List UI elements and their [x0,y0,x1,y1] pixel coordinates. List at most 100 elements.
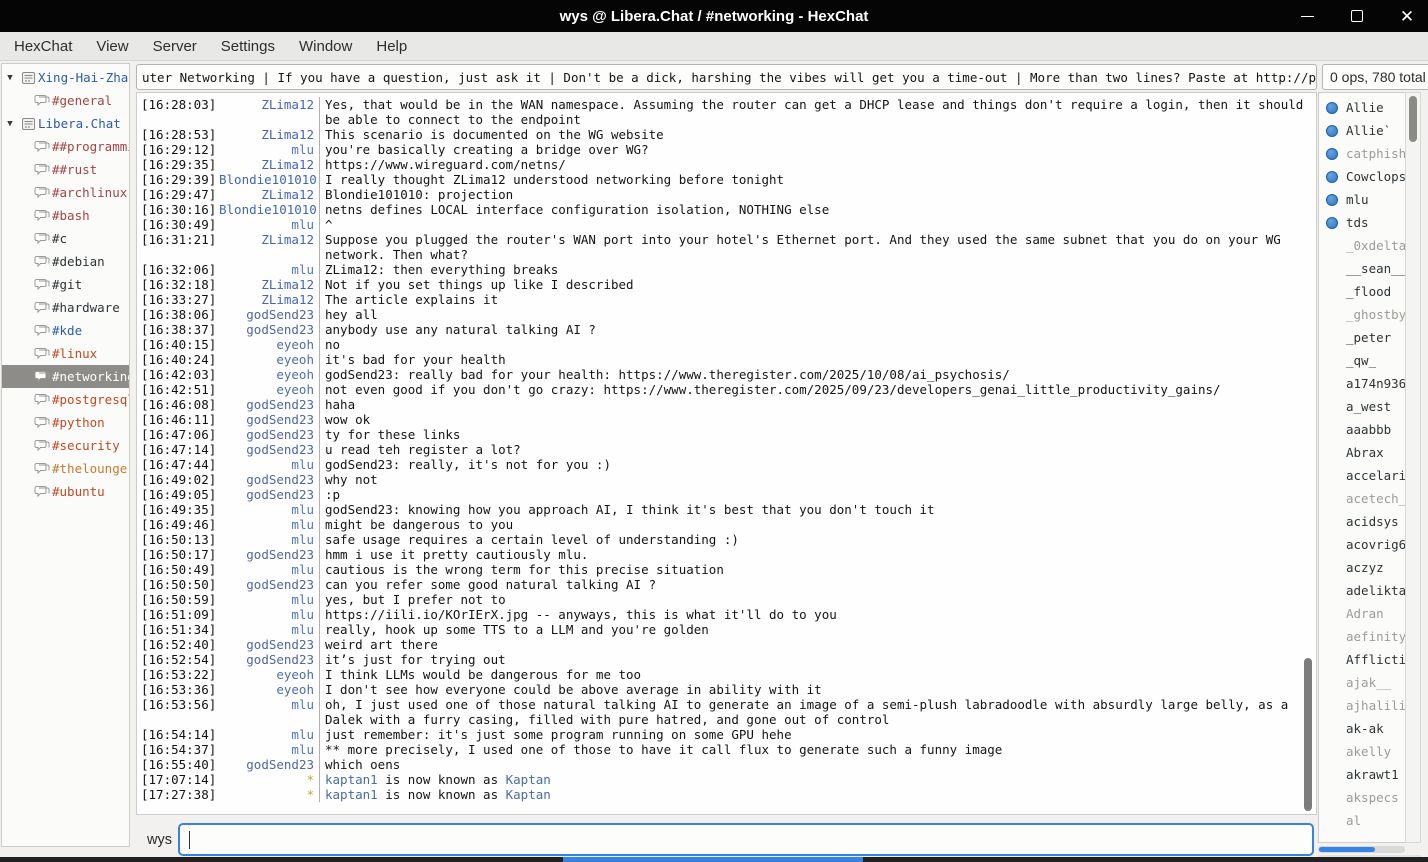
user-list-item[interactable]: adeliktas [1319,579,1405,602]
menu-server[interactable]: Server [141,32,209,61]
channel-tree-item[interactable]: #postgresql [2,388,129,411]
channel-tree-item[interactable]: #networking [2,365,129,388]
minimize-button[interactable] [1294,3,1320,29]
channel-tree-item[interactable]: ##programming [2,135,129,158]
user-list-item[interactable]: Allie [1319,96,1405,119]
user-list-item[interactable]: _qw_ [1319,349,1405,372]
nick[interactable]: godSend23 [219,307,319,322]
channel-tree-item[interactable]: ##rust [2,158,129,181]
nick[interactable]: godSend23 [219,412,319,427]
user-list-item[interactable]: catphish [1319,142,1405,165]
nick[interactable]: mlu [219,457,319,472]
menu-hexchat[interactable]: HexChat [2,32,84,61]
user-list-item[interactable]: __sean__ [1319,257,1405,280]
channel-tree-item[interactable]: #bash [2,204,129,227]
nick[interactable]: mlu [219,262,319,277]
user-list-item[interactable]: ajhalili2 [1319,694,1405,717]
user-list-item[interactable]: aaabbb [1319,418,1405,441]
nick[interactable]: mlu [219,742,319,757]
user-list-item[interactable]: acetech_ [1319,487,1405,510]
channel-tree-item[interactable]: #git [2,273,129,296]
titlebar[interactable]: wys @ Libera.Chat / #networking - HexCha… [0,0,1428,32]
nick[interactable]: ZLima12 [219,292,319,307]
userlist-vscrollbar[interactable] [1405,92,1421,843]
user-list-item[interactable]: acovrig60 [1319,533,1405,556]
nick[interactable]: eyeoh [219,382,319,397]
user-list-item[interactable]: Adran [1319,602,1405,625]
nick[interactable]: godSend23 [219,757,319,772]
topic-bar[interactable]: uter Networking | If you have a question… [136,64,1317,90]
nick[interactable]: ZLima12 [219,187,319,202]
channel-tree-item[interactable]: #general [2,89,129,112]
user-list-item[interactable]: a174n936 [1319,372,1405,395]
channel-tree-item[interactable]: ▼ Xing-Hai-Zhan [2,66,129,89]
user-list-item[interactable]: accelario [1319,464,1405,487]
channel-tree-item[interactable]: #security [2,434,129,457]
user-list-item[interactable]: Abrax [1319,441,1405,464]
nick[interactable]: mlu [219,217,319,232]
channel-tree-item[interactable]: #linux [2,342,129,365]
user-list-item[interactable]: akspecs [1319,786,1405,809]
nick[interactable]: godSend23 [219,487,319,502]
nick[interactable]: * [219,772,319,787]
nick[interactable]: mlu [219,502,319,517]
nick[interactable]: mlu [219,562,319,577]
user-list-item[interactable]: mlu [1319,188,1405,211]
expander-icon[interactable]: ▼ [2,73,18,83]
user-list-item[interactable]: _0xdelta [1319,234,1405,257]
user-list-item[interactable]: akrawt1 [1319,763,1405,786]
nick[interactable]: eyeoh [219,682,319,697]
channel-tree-item[interactable]: #thelounge [2,457,129,480]
nick[interactable]: ZLima12 [219,277,319,292]
nick[interactable]: godSend23 [219,577,319,592]
nick[interactable]: eyeoh [219,337,319,352]
user-list-item[interactable]: ak-ak [1319,717,1405,740]
nick[interactable]: mlu [219,622,319,637]
user-list-item[interactable]: a_west [1319,395,1405,418]
channel-tree-item[interactable]: #ubuntu [2,480,129,503]
user-list-item[interactable]: akelly [1319,740,1405,763]
user-list-item[interactable]: Afflictio [1319,648,1405,671]
nick[interactable]: godSend23 [219,427,319,442]
nick[interactable]: godSend23 [219,442,319,457]
user-list-item[interactable]: aczyz [1319,556,1405,579]
menu-settings[interactable]: Settings [209,32,287,61]
close-button[interactable]: ✕ [1394,3,1420,29]
nick[interactable]: mlu [219,592,319,607]
nick[interactable]: godSend23 [219,652,319,667]
nick[interactable]: godSend23 [219,637,319,652]
chat-message-area[interactable]: [16:28:03] ZLima12 Yes, that would be in… [136,92,1317,815]
nick[interactable]: godSend23 [219,397,319,412]
nick[interactable]: mlu [219,142,319,157]
channel-tree-item[interactable]: #hardware [2,296,129,319]
channel-tree-item[interactable]: #c [2,227,129,250]
channel-tree-item[interactable]: #archlinux [2,181,129,204]
nick[interactable]: mlu [219,697,319,727]
userlist-hscrollbar[interactable] [1318,846,1405,853]
nick[interactable]: eyeoh [219,667,319,682]
nick[interactable]: mlu [219,607,319,622]
nick[interactable]: mlu [219,727,319,742]
user-list-item[interactable]: ajak__ [1319,671,1405,694]
channel-tree-item[interactable]: #kde [2,319,129,342]
user-list-item[interactable]: al [1319,809,1405,832]
user-list-item[interactable]: _flood [1319,280,1405,303]
user-list-item[interactable]: _ghostbyt [1319,303,1405,326]
user-list-item[interactable]: aefinity [1319,625,1405,648]
nick[interactable]: mlu [219,517,319,532]
menu-view[interactable]: View [84,32,140,61]
menu-window[interactable]: Window [287,32,364,61]
nick[interactable]: godSend23 [219,472,319,487]
user-list-item[interactable]: _peter [1319,326,1405,349]
nick[interactable]: godSend23 [219,322,319,337]
nick[interactable]: Blondie101010 [219,202,319,217]
userlist-hscrollbar-thumb[interactable] [1319,847,1375,852]
nick[interactable]: godSend23 [219,547,319,562]
userlist-vscrollbar-thumb[interactable] [1409,96,1417,142]
maximize-button[interactable] [1344,3,1370,29]
nick[interactable]: eyeoh [219,352,319,367]
menu-help[interactable]: Help [364,32,419,61]
nick[interactable]: eyeoh [219,367,319,382]
user-list-item[interactable]: Allie` [1319,119,1405,142]
channel-tree-item[interactable]: #debian [2,250,129,273]
